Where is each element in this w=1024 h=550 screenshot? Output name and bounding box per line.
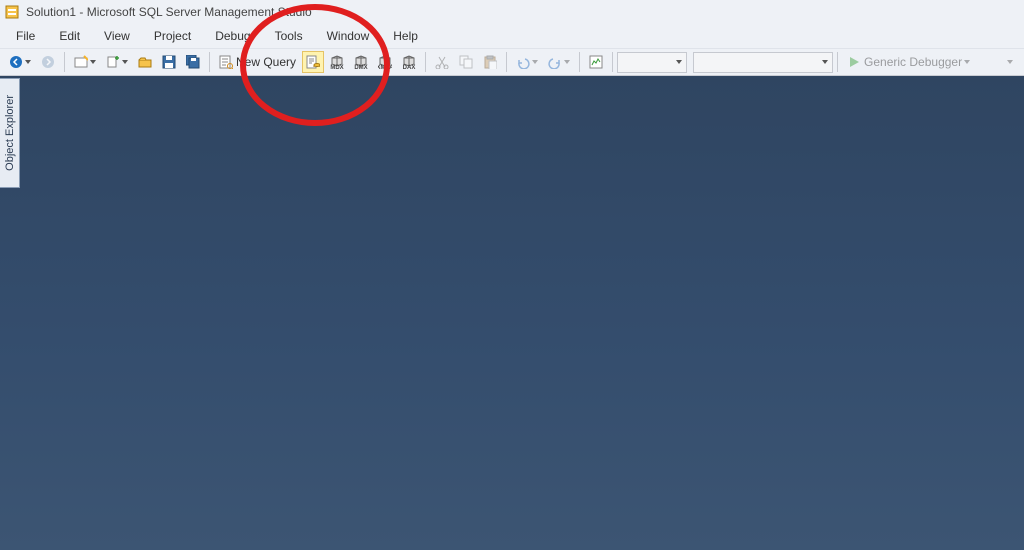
dropdown-arrow-icon (676, 60, 682, 64)
svg-text:DAX: DAX (403, 65, 416, 69)
nav-back-button[interactable] (5, 51, 35, 73)
new-project-button[interactable] (70, 51, 100, 73)
separator (506, 52, 507, 72)
svg-text:MDX: MDX (330, 65, 343, 69)
app-icon (4, 4, 20, 20)
separator (612, 52, 613, 72)
svg-text:XMLA: XMLA (378, 65, 392, 69)
dropdown-arrow-icon (25, 60, 31, 64)
object-explorer-label: Object Explorer (4, 95, 16, 171)
start-debug-button[interactable]: Generic Debugger (843, 51, 974, 73)
open-button[interactable] (134, 51, 156, 73)
undo-button[interactable] (512, 51, 542, 73)
add-item-button[interactable] (102, 51, 132, 73)
new-query-label: New Query (233, 55, 296, 69)
separator (209, 52, 210, 72)
menu-file[interactable]: File (4, 25, 47, 47)
separator (579, 52, 580, 72)
dropdown-arrow-icon (564, 60, 570, 64)
menu-project[interactable]: Project (142, 25, 203, 47)
dropdown-arrow-icon (532, 60, 538, 64)
paste-button[interactable] (479, 51, 501, 73)
nav-forward-button[interactable] (37, 51, 59, 73)
save-all-button[interactable] (182, 51, 204, 73)
toolbar: New Query MDX DMX XMLA DAX (0, 48, 1024, 76)
window-title: Solution1 - Microsoft SQL Server Managem… (26, 5, 312, 19)
menu-edit[interactable]: Edit (47, 25, 92, 47)
title-bar: Solution1 - Microsoft SQL Server Managem… (0, 0, 1024, 24)
mdx-query-button[interactable]: MDX (326, 51, 348, 73)
dropdown-arrow-icon (122, 60, 128, 64)
work-area: Object Explorer (0, 76, 1024, 550)
database-engine-query-button[interactable] (302, 51, 324, 73)
dmx-query-button[interactable]: DMX (350, 51, 372, 73)
copy-button[interactable] (455, 51, 477, 73)
dropdown-arrow-icon (964, 60, 970, 64)
separator (64, 52, 65, 72)
menu-view[interactable]: View (92, 25, 142, 47)
menu-debug[interactable]: Debug (203, 25, 262, 47)
solution-configurations-combo[interactable] (617, 52, 687, 73)
cut-button[interactable] (431, 51, 453, 73)
debugger-label: Generic Debugger (861, 55, 962, 69)
menu-tools[interactable]: Tools (263, 25, 315, 47)
find-combo[interactable] (999, 51, 1019, 73)
dropdown-arrow-icon (90, 60, 96, 64)
activity-monitor-button[interactable] (585, 51, 607, 73)
xmla-query-button[interactable]: XMLA (374, 51, 396, 73)
dropdown-arrow-icon (822, 60, 828, 64)
solution-platforms-combo[interactable] (693, 52, 833, 73)
svg-text:DMX: DMX (354, 65, 367, 69)
dax-query-button[interactable]: DAX (398, 51, 420, 73)
menu-bar: File Edit View Project Debug Tools Windo… (0, 24, 1024, 48)
separator (837, 52, 838, 72)
object-explorer-tab[interactable]: Object Explorer (0, 78, 20, 188)
menu-help[interactable]: Help (381, 25, 430, 47)
menu-window[interactable]: Window (315, 25, 382, 47)
redo-button[interactable] (544, 51, 574, 73)
dropdown-arrow-icon (1007, 60, 1013, 64)
save-button[interactable] (158, 51, 180, 73)
new-query-button[interactable]: New Query (215, 51, 300, 73)
separator (425, 52, 426, 72)
